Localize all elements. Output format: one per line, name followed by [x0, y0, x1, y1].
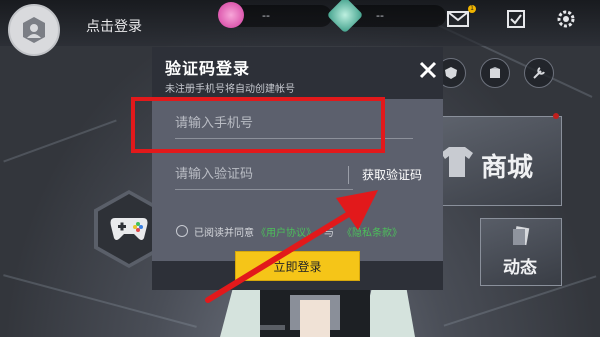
- swirl-icon: [218, 2, 244, 28]
- side-button-2[interactable]: [480, 58, 510, 88]
- shield-icon: [445, 67, 457, 79]
- gear-icon: [557, 10, 575, 28]
- code-input[interactable]: [175, 160, 353, 189]
- agree-and: 与: [324, 227, 334, 239]
- code-field[interactable]: [175, 160, 353, 190]
- mail-button[interactable]: [446, 8, 470, 30]
- settings-button[interactable]: [554, 8, 578, 30]
- dialog-title: 验证码登录: [165, 59, 251, 78]
- sms-login-dialog: 验证码登录 未注册手机号将自动创建帐号 获取验证码 已阅读并同意 《用户协议》 …: [152, 47, 443, 290]
- checklist-icon: [507, 10, 525, 28]
- shop-label: 商城: [481, 153, 534, 183]
- agree-checkbox[interactable]: [176, 225, 188, 237]
- login-button[interactable]: 立即登录: [235, 251, 360, 281]
- tasks-button[interactable]: [504, 8, 528, 30]
- dynamic-label: 动态: [503, 258, 537, 278]
- currency-pink-value: --: [262, 9, 270, 22]
- user-agreement-link[interactable]: 《用户协议》: [256, 224, 316, 239]
- privacy-policy-link[interactable]: 《隐私条款》: [342, 224, 402, 239]
- gamepad-icon: [110, 218, 148, 240]
- code-separator: [348, 166, 349, 184]
- currency-teal-value: --: [376, 9, 384, 22]
- close-icon: [419, 61, 437, 79]
- agree-prefix: 已阅读并同意: [194, 227, 254, 239]
- click-login-link[interactable]: 点击登录: [86, 16, 142, 36]
- wrench-icon: [533, 67, 545, 79]
- mail-badge: 1: [468, 5, 476, 13]
- shirt-icon: [441, 147, 473, 177]
- mail-icon: [447, 11, 469, 27]
- box-icon: [490, 67, 500, 78]
- get-code-button[interactable]: 获取验证码: [362, 166, 422, 183]
- currency-teal[interactable]: --: [326, 0, 446, 34]
- agreement-row: 已阅读并同意 《用户协议》 与 《隐私条款》: [176, 223, 404, 239]
- user-icon: [23, 17, 45, 43]
- highlight-annotation: [131, 97, 385, 153]
- side-button-3[interactable]: [524, 58, 554, 88]
- notification-dot: [553, 113, 559, 119]
- dialog-header: 验证码登录 未注册手机号将自动创建帐号: [152, 47, 443, 99]
- close-button[interactable]: [417, 59, 439, 81]
- currency-pink[interactable]: --: [218, 2, 332, 28]
- cards-icon: [513, 226, 530, 246]
- dynamic-card[interactable]: 动态: [480, 218, 562, 286]
- shop-card[interactable]: 商城: [432, 116, 562, 206]
- dialog-subtitle: 未注册手机号将自动创建帐号: [165, 84, 295, 95]
- avatar[interactable]: [8, 4, 60, 56]
